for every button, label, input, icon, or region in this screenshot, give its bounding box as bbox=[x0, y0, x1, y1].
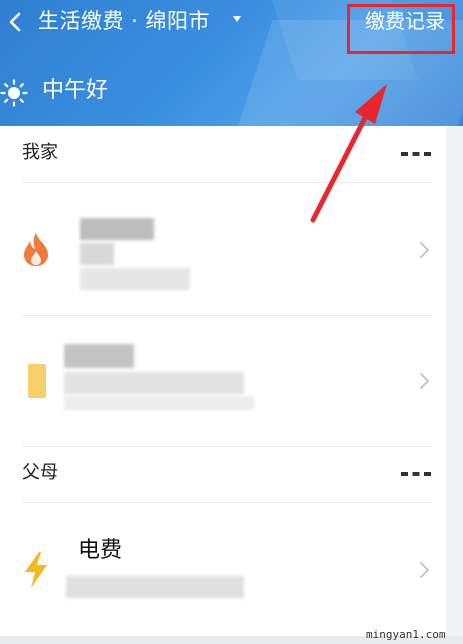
bill-item-gas[interactable] bbox=[0, 183, 446, 315]
watermark-text: mingyan1.com bbox=[366, 628, 446, 641]
redacted-text bbox=[80, 243, 114, 265]
background-strip bbox=[446, 126, 463, 636]
flame-icon bbox=[24, 233, 48, 266]
more-ellipsis-icon[interactable] bbox=[400, 470, 432, 478]
bill-item-card[interactable] bbox=[0, 316, 446, 446]
chevron-right-icon bbox=[420, 242, 429, 258]
payment-records-button[interactable]: 缴费记录 bbox=[365, 7, 445, 35]
sun-icon bbox=[0, 79, 28, 107]
card-icon bbox=[28, 364, 46, 398]
group-title-parents: 父母 bbox=[22, 462, 58, 483]
greeting-text: 中午好 bbox=[42, 78, 109, 103]
bill-item-electricity[interactable]: 电费 bbox=[0, 503, 446, 636]
redacted-text bbox=[80, 218, 154, 240]
redacted-text bbox=[64, 396, 254, 410]
group-title-home: 我家 bbox=[22, 142, 58, 163]
redacted-text bbox=[64, 372, 244, 394]
lightning-icon bbox=[25, 552, 47, 588]
more-ellipsis-icon[interactable] bbox=[400, 150, 432, 158]
chevron-right-icon bbox=[420, 373, 429, 389]
back-chevron-icon[interactable] bbox=[4, 10, 28, 34]
divider bbox=[22, 446, 432, 447]
page-title[interactable]: 生活缴费 · 绵阳市 bbox=[38, 6, 210, 36]
bill-item-title: 电费 bbox=[78, 538, 123, 563]
chevron-right-icon bbox=[420, 562, 429, 578]
redacted-text bbox=[64, 344, 134, 368]
redacted-text bbox=[80, 268, 190, 290]
city-dropdown-caret-icon[interactable] bbox=[232, 14, 242, 24]
redacted-text bbox=[66, 576, 244, 598]
